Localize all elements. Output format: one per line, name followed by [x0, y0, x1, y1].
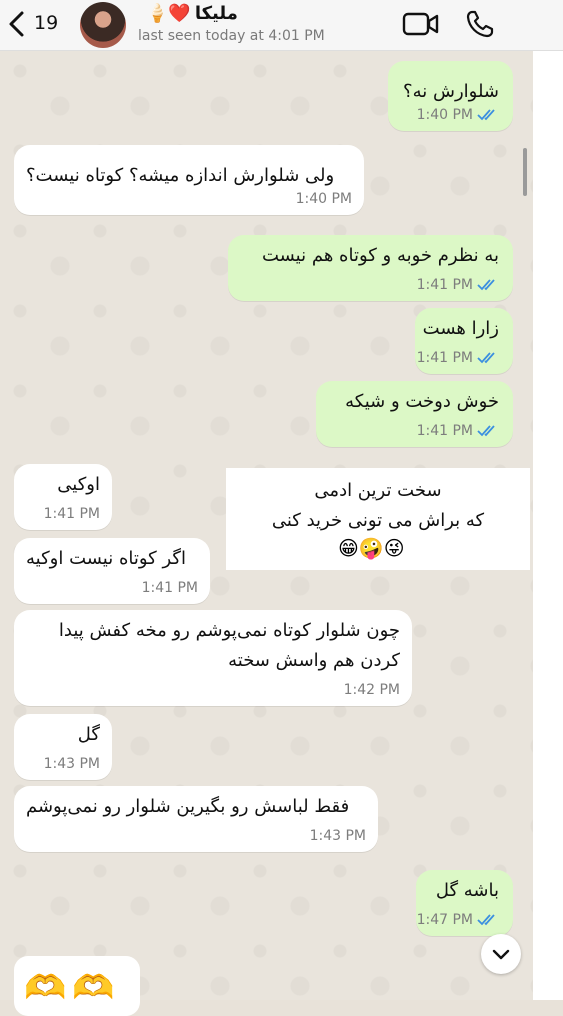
phone-call-icon[interactable]	[465, 9, 495, 43]
message-bubble-incoming[interactable]: اوکیی 1:41 PM	[14, 464, 112, 530]
message-text: به نظرم خوبه و کوتاه هم نیست	[261, 245, 499, 266]
message-text: اوکیی	[57, 474, 100, 495]
message-time: 1:41 PM	[43, 506, 100, 522]
scrollbar[interactable]	[523, 148, 527, 196]
message-bubble-incoming[interactable]: چون شلوار کوتاه نمی‌پوشم رو مخه کفش پیدا…	[14, 610, 412, 706]
message-time: 1:40 PM	[416, 107, 473, 123]
chevron-down-icon	[492, 949, 510, 960]
message-text: خوش دوخت و شیکه	[345, 391, 499, 412]
message-text: زارا هست	[422, 318, 499, 339]
message-time: 1:43 PM	[43, 756, 100, 772]
sticker-emojis: 😁🤪😜	[338, 536, 405, 560]
message-bubble-incoming[interactable]: گل 1:43 PM	[14, 714, 112, 780]
message-bubble-outgoing[interactable]: خوش دوخت و شیکه 1:41 PM	[316, 381, 513, 447]
read-ticks-icon	[477, 279, 495, 291]
last-seen-status: last seen today at 4:01 PM	[138, 28, 325, 44]
message-time: 1:40 PM	[295, 191, 352, 207]
message-text: ولی شلوارش اندازه میشه؟ کوتاه نیست؟	[26, 165, 335, 186]
message-time: 1:41 PM	[416, 277, 473, 293]
message-bubble-outgoing[interactable]: به نظرم خوبه و کوتاه هم نیست 1:41 PM	[228, 235, 513, 301]
text-sticker[interactable]: سخت ترین ادمی که براش می تونی خرید کنی 😁…	[226, 468, 530, 570]
message-bubble-outgoing[interactable]: باشه گل 1:47 PM	[416, 870, 513, 936]
message-text: چون شلوار کوتاه نمی‌پوشم رو مخه کفش پیدا…	[58, 620, 400, 671]
message-bubble-incoming[interactable]: فقط لباسش رو بگیرین شلوار رو نمی‌پوشم 1:…	[14, 786, 378, 852]
message-bubble-incoming[interactable]: ولی شلوارش اندازه میشه؟ کوتاه نیست؟ 1:40…	[14, 145, 364, 215]
message-bubble-outgoing[interactable]: شلوارش نه؟ 1:40 PM	[388, 61, 513, 131]
read-ticks-icon	[477, 109, 495, 121]
avatar[interactable]	[80, 2, 126, 48]
video-call-icon[interactable]	[402, 10, 440, 42]
right-edge-strip	[533, 51, 563, 1000]
contact-name[interactable]: 🍦❤️ ملیکا	[146, 3, 238, 24]
message-time: 1:43 PM	[309, 828, 366, 844]
name-emojis: 🍦❤️	[146, 3, 191, 24]
message-bubble-incoming-partial[interactable]: 🫶🫶	[14, 956, 140, 1016]
message-bubble-incoming[interactable]: اگر کوتاه نیست اوکیه 1:41 PM	[14, 538, 210, 604]
unread-count[interactable]: 19	[34, 12, 58, 34]
message-text: اگر کوتاه نیست اوکیه	[26, 548, 186, 569]
scroll-to-bottom-button[interactable]	[481, 934, 521, 974]
heart-hands-emojis: 🫶🫶	[24, 968, 121, 1008]
message-bubble-outgoing[interactable]: زارا هست 1:41 PM	[415, 308, 513, 374]
sticker-line-1: سخت ترین ادمی	[314, 480, 442, 501]
message-text: گل	[77, 724, 100, 745]
chat-header: 19 🍦❤️ ملیکا last seen today at 4:01 PM	[0, 0, 563, 51]
message-time: 1:42 PM	[343, 682, 400, 698]
message-text: باشه گل	[435, 880, 499, 901]
contact-name-label: ملیکا	[194, 3, 238, 24]
message-text: فقط لباسش رو بگیرین شلوار رو نمی‌پوشم	[26, 796, 350, 817]
read-ticks-icon	[477, 914, 495, 926]
message-time: 1:41 PM	[141, 580, 198, 596]
back-chevron-icon[interactable]	[6, 10, 28, 38]
message-time: 1:47 PM	[416, 912, 473, 928]
message-text: شلوارش نه؟	[403, 81, 499, 102]
message-time: 1:41 PM	[416, 350, 473, 366]
read-ticks-icon	[477, 425, 495, 437]
sticker-line-2: که براش می تونی خرید کنی	[271, 510, 485, 531]
message-time: 1:41 PM	[416, 423, 473, 439]
read-ticks-icon	[477, 352, 495, 364]
